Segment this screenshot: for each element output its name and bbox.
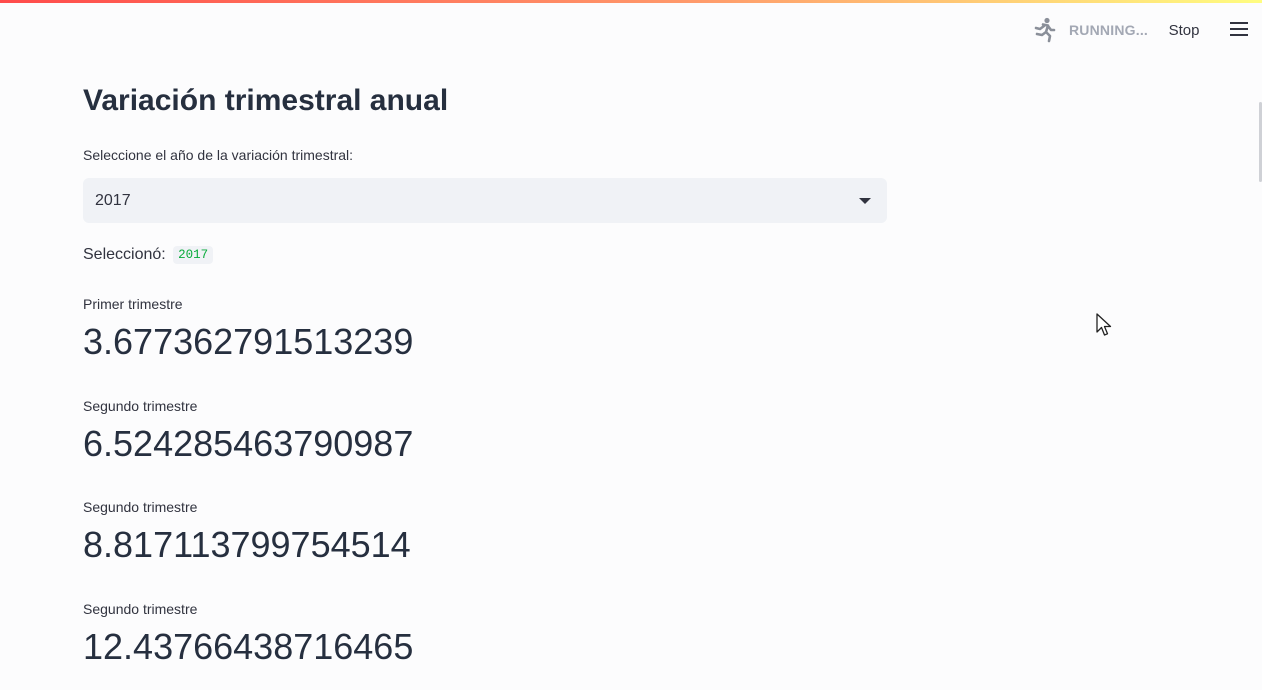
metric-label: Segundo trimestre bbox=[83, 499, 198, 515]
metric-value: 6.524285463790987 bbox=[83, 423, 414, 464]
running-man-icon bbox=[1034, 17, 1056, 43]
metric-q4: Segundo trimestre 12.43766438716465 bbox=[83, 599, 413, 669]
hamburger-menu-icon[interactable] bbox=[1230, 22, 1250, 38]
selected-label: Seleccionó: bbox=[83, 246, 166, 263]
mouse-cursor-icon bbox=[1096, 313, 1112, 336]
selected-year-text: Seleccionó: 2017 bbox=[83, 246, 214, 264]
metric-q2: Segundo trimestre 6.524285463790987 bbox=[83, 396, 413, 466]
page-title: Variación trimestral anual bbox=[83, 84, 449, 117]
year-select[interactable]: 2017 bbox=[83, 178, 887, 223]
selected-year-code: 2017 bbox=[173, 246, 214, 264]
year-select-value: 2017 bbox=[95, 192, 131, 209]
app-header: RUNNING... Stop bbox=[0, 0, 1262, 62]
running-status-text: RUNNING... bbox=[1069, 22, 1148, 38]
chevron-down-icon[interactable] bbox=[859, 198, 871, 204]
metric-q3: Segundo trimestre 8.817113799754514 bbox=[83, 497, 411, 567]
year-select-label: Seleccione el año de la variación trimes… bbox=[83, 147, 354, 163]
metric-label: Segundo trimestre bbox=[83, 398, 198, 414]
metric-q1: Primer trimestre 3.677362791513239 bbox=[83, 294, 413, 364]
metric-value: 8.817113799754514 bbox=[83, 524, 411, 565]
metric-label: Segundo trimestre bbox=[83, 601, 198, 617]
metric-value: 3.677362791513239 bbox=[83, 321, 414, 362]
stop-button[interactable]: Stop bbox=[1163, 19, 1205, 43]
metric-label: Primer trimestre bbox=[83, 296, 183, 312]
metric-value: 12.43766438716465 bbox=[83, 626, 414, 667]
